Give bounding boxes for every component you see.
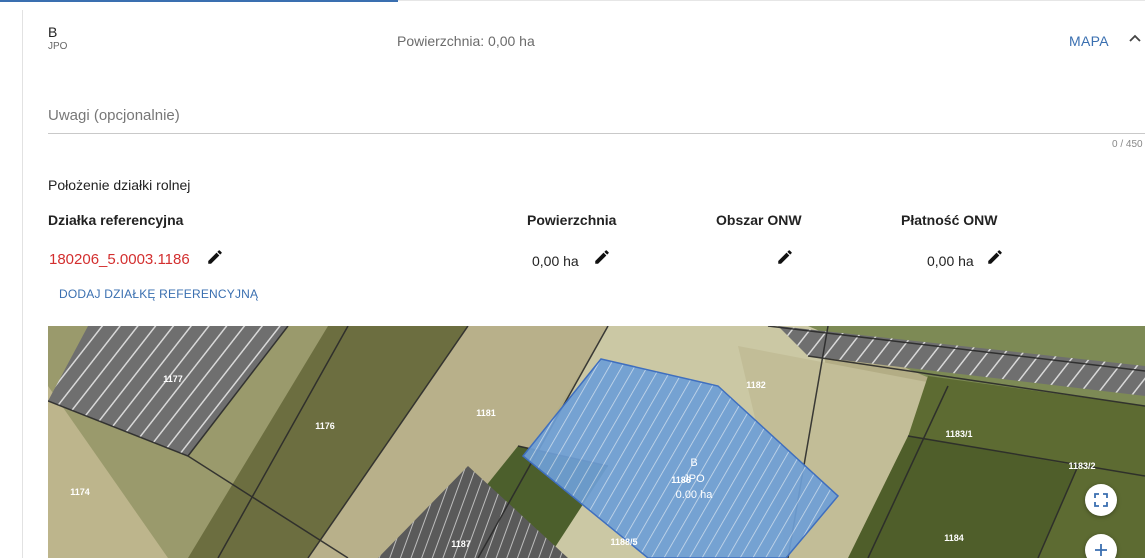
map-label-1176: 1176 [315,421,335,431]
column-header-onw-area: Obszar ONW [716,212,802,228]
map-label-1187: 1187 [451,539,471,549]
plus-icon [1095,544,1107,556]
parcel-letter: B [48,24,58,40]
map-label-1181: 1181 [476,408,496,418]
map-label-1188-5: 1188/5 [610,537,637,547]
selected-parcel-type: JPO [683,473,705,485]
edit-onw-payment-pencil-icon[interactable] [986,248,1004,266]
map-label-1177: 1177 [163,374,183,384]
edit-ref-parcel-pencil-icon[interactable] [206,248,224,266]
map-label-1184: 1184 [944,533,964,543]
notes-input[interactable] [48,100,1145,124]
fullscreen-icon [1094,493,1108,507]
column-header-area: Powierzchnia [527,212,617,228]
edit-onw-area-pencil-icon[interactable] [776,248,794,266]
active-tab-indicator [0,0,398,2]
section-left-rule [22,10,23,558]
fullscreen-button[interactable] [1085,484,1117,516]
map-label-1183-1: 1183/1 [945,429,972,439]
parcel-map[interactable]: 1177 1176 1174 1181 1182 1183/1 1183/2 1… [48,326,1145,558]
map-label-1182: 1182 [746,380,766,390]
ref-parcel-link[interactable]: 180206_5.0003.1186 [49,251,190,268]
column-header-ref-parcel: Działka referencyjna [48,212,184,228]
map-label-1174: 1174 [70,487,90,497]
zoom-in-button[interactable] [1085,534,1117,558]
add-ref-parcel-button[interactable]: DODAJ DZIAŁKĘ REFERENCYJNĄ [59,287,258,301]
edit-area-pencil-icon[interactable] [593,248,611,266]
area-summary: Powierzchnia: 0,00 ha [397,33,535,49]
chevron-up-icon[interactable] [1127,30,1143,46]
map-button[interactable]: MAPA [1069,33,1109,49]
selected-parcel-letter: B [690,457,697,469]
tab-divider [398,0,1145,1]
map-label-1183-2: 1183/2 [1068,461,1095,471]
column-header-onw-payment: Płatność ONW [901,212,998,228]
selected-parcel-area: 0.00 ha [676,489,714,501]
area-value: 0,00 ha [532,253,579,269]
notes-char-counter: 0 / 450 [1112,139,1143,150]
onw-payment-value: 0,00 ha [927,253,974,269]
notes-field[interactable] [48,100,1145,134]
map-canvas[interactable]: 1177 1176 1174 1181 1182 1183/1 1183/2 1… [48,326,1145,558]
parcel-type: JPO [48,41,68,52]
location-section-title: Położenie działki rolnej [48,177,191,193]
